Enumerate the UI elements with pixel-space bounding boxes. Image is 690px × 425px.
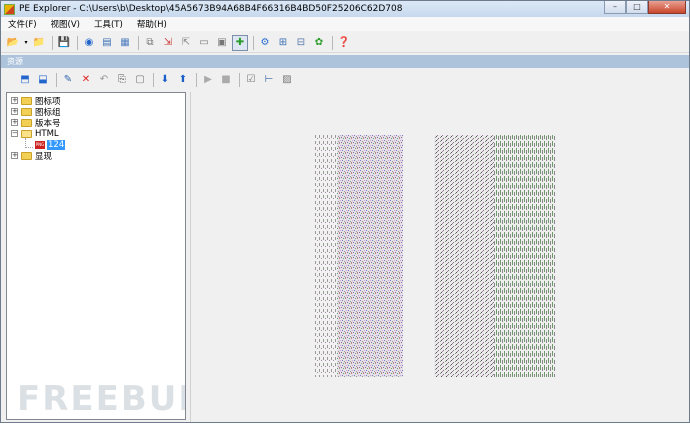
- folder-icon: [21, 107, 32, 116]
- save-all-icon[interactable]: ⬓: [35, 72, 51, 88]
- toolbar-separator: [138, 35, 139, 50]
- dropdown-arrow-icon[interactable]: ▾: [23, 35, 29, 51]
- disassembler-icon[interactable]: ⚙: [257, 35, 273, 51]
- toolbar-separator: [52, 35, 53, 50]
- expand-icon[interactable]: +: [11, 152, 18, 159]
- paste-icon[interactable]: ▢: [132, 72, 148, 88]
- resources-icon[interactable]: ✚: [232, 34, 248, 51]
- app-icon: [4, 3, 15, 15]
- menu-file[interactable]: 文件(F): [1, 18, 44, 30]
- copy-icon[interactable]: ⎘: [114, 72, 130, 88]
- toolbar-separator: [56, 73, 57, 87]
- tree-item-version[interactable]: + 版本号: [11, 117, 61, 129]
- toolbar-separator: [77, 35, 78, 50]
- tree-item-label: 显现: [35, 151, 53, 162]
- folder-icon[interactable]: 📁: [31, 35, 47, 51]
- tree-item-icon-groups[interactable]: + 图标组: [11, 106, 61, 118]
- open-folder-icon: [21, 129, 32, 138]
- tree-item-html[interactable]: − HTML: [11, 128, 59, 139]
- check-icon[interactable]: ☑: [243, 72, 259, 88]
- toolbar-separator: [239, 73, 240, 87]
- toolbar-separator: [332, 35, 333, 50]
- maximize-button[interactable]: □: [626, 1, 648, 14]
- toolbar-separator: [253, 35, 254, 50]
- tree-item-124[interactable]: PNG 124: [35, 139, 66, 150]
- noise-strip-right: [494, 135, 556, 377]
- debug-icon[interactable]: ▣: [214, 35, 230, 51]
- png-preview-image: [315, 135, 556, 377]
- save-resource-icon[interactable]: ⬒: [17, 72, 33, 88]
- freebuf-watermark: FREEBUF: [17, 379, 186, 419]
- disk-icon[interactable]: ◉: [81, 35, 97, 51]
- resource-preview-pane: [190, 92, 688, 422]
- resource-tree-icon[interactable]: ⊢: [261, 72, 277, 88]
- resource-toolbar: ⬒ ⬓ ✎ ✕ ↶ ⎘ ▢ ⬇ ⬆ ▶ ■ ☑ ⊢ ▨: [1, 69, 689, 91]
- imports-icon[interactable]: ⇲: [160, 35, 176, 51]
- minimize-button[interactable]: –: [604, 1, 626, 14]
- delete-icon[interactable]: ✕: [78, 72, 94, 88]
- close-button[interactable]: ✕: [648, 1, 686, 14]
- menu-bar: 文件(F) 视图(V) 工具(T) 帮助(H): [1, 17, 689, 31]
- tree-item-label: 版本号: [35, 118, 61, 129]
- main-toolbar: 📂 ▾ 📁 💾 ◉ ▤ ▦ ⧉ ⇲ ⇱ ▭ ▣ ✚ ⚙ ⊞ ⊟ ✿ ❓: [1, 33, 689, 53]
- noise-strip-mid: [434, 135, 494, 377]
- undo-icon[interactable]: ↶: [96, 72, 112, 88]
- noise-strip-left-edge: [315, 135, 337, 377]
- png-file-icon: PNG: [35, 140, 45, 149]
- move-up-icon[interactable]: ⬆: [175, 72, 191, 88]
- tree-connector: [25, 147, 33, 148]
- folder-icon: [21, 96, 32, 105]
- resources-panel-header: 资源: [1, 55, 689, 68]
- tree-item-label: HTML: [35, 128, 59, 139]
- expand-icon[interactable]: +: [11, 97, 18, 104]
- expand-icon[interactable]: +: [11, 108, 18, 115]
- help-icon[interactable]: ❓: [336, 35, 352, 51]
- move-down-icon[interactable]: ⬇: [157, 72, 173, 88]
- tree-item-manifest[interactable]: + 显现: [11, 150, 53, 162]
- expand-icon[interactable]: +: [11, 119, 18, 126]
- plugins-icon[interactable]: ✿: [311, 35, 327, 51]
- properties-icon[interactable]: ▨: [279, 72, 295, 88]
- menu-view[interactable]: 视图(V): [44, 18, 87, 30]
- menu-tools[interactable]: 工具(T): [87, 18, 130, 30]
- save-icon[interactable]: 💾: [56, 35, 72, 51]
- open-folder-icon[interactable]: 📂: [5, 35, 21, 51]
- directories-icon[interactable]: ▦: [117, 35, 133, 51]
- stop-icon[interactable]: ■: [218, 72, 234, 88]
- tree-item-icons[interactable]: + 图标项: [11, 95, 61, 107]
- sections-icon[interactable]: ⧉: [142, 35, 158, 51]
- toolbar-separator: [196, 73, 197, 87]
- play-icon[interactable]: ▶: [200, 72, 216, 88]
- relocations-icon[interactable]: ▭: [196, 35, 212, 51]
- exports-icon[interactable]: ⇱: [178, 35, 194, 51]
- window-controls: – □ ✕: [604, 1, 686, 14]
- headers-icon[interactable]: ▤: [99, 35, 115, 51]
- edit-resource-icon[interactable]: ✎: [60, 72, 76, 88]
- app-window: PE Explorer - C:\Users\b\Desktop\45A5673…: [0, 0, 690, 423]
- noise-block-left: [337, 135, 403, 377]
- collapse-icon[interactable]: −: [11, 130, 18, 137]
- folder-icon: [21, 118, 32, 127]
- toolbar-separator: [153, 73, 154, 87]
- menu-help[interactable]: 帮助(H): [130, 18, 174, 30]
- tree-item-label: 124: [47, 139, 66, 150]
- dependency-icon[interactable]: ⊞: [275, 35, 291, 51]
- folder-icon: [21, 151, 32, 160]
- resource-tree[interactable]: + 图标项 + 图标组 + 版本号 − HTML PNG 124 + 显现 FR…: [6, 92, 186, 420]
- window-title: PE Explorer - C:\Users\b\Desktop\45A5673…: [19, 4, 403, 14]
- title-bar[interactable]: PE Explorer - C:\Users\b\Desktop\45A5673…: [1, 1, 689, 17]
- resource-editor-icon[interactable]: ⊟: [293, 35, 309, 51]
